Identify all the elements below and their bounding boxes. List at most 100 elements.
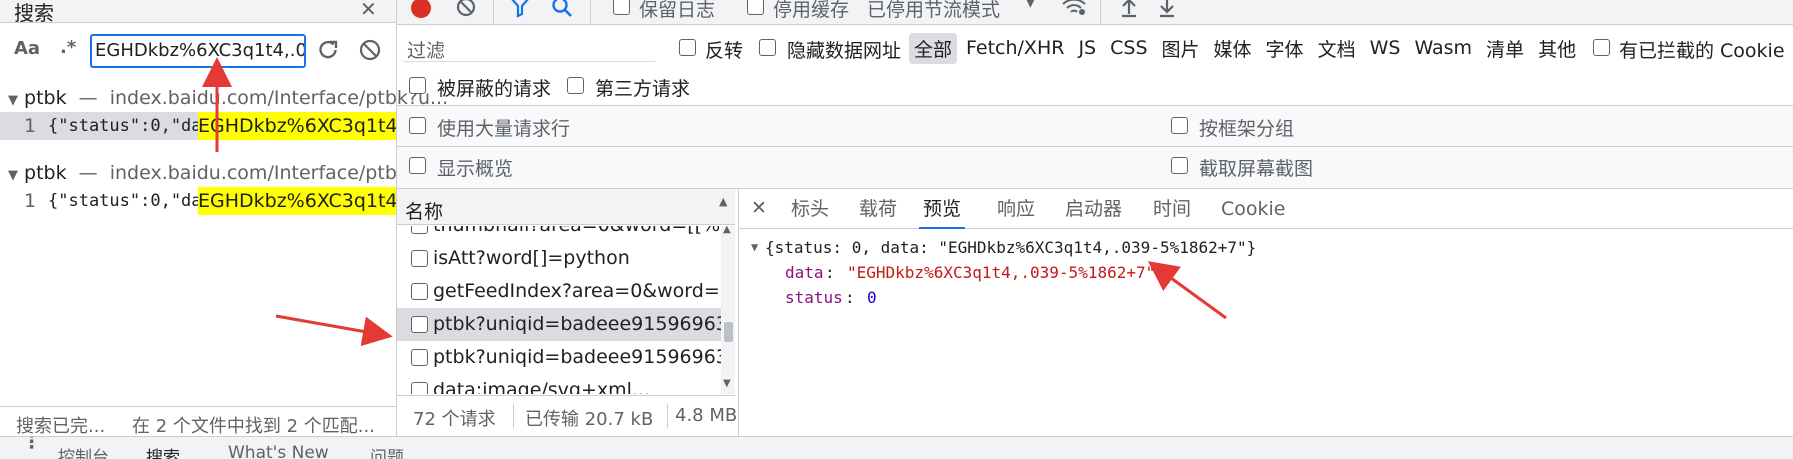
json-summary[interactable]: {status: 0, data: "EGHDkbz%6XC3q1t4,.039… — [765, 238, 1256, 257]
blocked-requests-checkbox[interactable] — [409, 77, 426, 94]
tab-preview[interactable]: 预览 — [919, 189, 966, 229]
search-result-file[interactable]: ▼ ptbk — index.baidu.com/Interface/ptbk?… — [8, 86, 448, 110]
request-name: thumbnail?area=0&word=[[%7B... — [433, 226, 721, 242]
type-filter-media[interactable]: 媒体 — [1209, 33, 1257, 64]
type-filter-font[interactable]: 字体 — [1261, 33, 1309, 64]
resource-type-filters: 全部 Fetch/XHR JS CSS 图片 媒体 字体 文档 WS Wasm … — [909, 32, 1581, 64]
scrollbar-thumb[interactable] — [724, 322, 733, 342]
sort-up-icon[interactable]: ▲ — [719, 195, 727, 208]
show-overview-checkbox[interactable] — [409, 157, 426, 174]
type-filter-all[interactable]: 全部 — [909, 32, 958, 64]
search-result-file[interactable]: ▼ ptbk — index.baidu.com/Interface/ptbk?… — [8, 161, 448, 185]
drawer-tab-console[interactable]: 控制台 — [58, 443, 109, 459]
disable-cache-label: 停用缓存 — [773, 0, 850, 21]
close-icon[interactable]: ✕ — [360, 0, 377, 21]
json-preview: ▼ {status: 0, data: "EGHDkbz%6XC3q1t4,.0… — [739, 230, 1793, 436]
tab-payload[interactable]: 载荷 — [859, 189, 897, 229]
type-filter-manifest[interactable]: 清单 — [1481, 33, 1529, 64]
type-filter-ws[interactable]: WS — [1365, 35, 1406, 61]
drawer-tab-issues[interactable]: 问题 — [370, 443, 404, 459]
filter-icon[interactable] — [509, 0, 531, 23]
search-result-match[interactable]: 1 {"status":0,"data":" EGHDkbz%6XC3q1t4,… — [0, 112, 396, 140]
tab-initiator[interactable]: 启动器 — [1065, 189, 1122, 229]
match-case-toggle[interactable]: Aa — [14, 38, 40, 59]
tab-response[interactable]: 响应 — [997, 189, 1035, 229]
drawer-tab-search[interactable]: 搜索 — [146, 443, 180, 459]
tab-cookies[interactable]: Cookie — [1221, 189, 1286, 229]
network-toolbar: 保留日志 停用缓存 已停用节流模式 ▼ — [397, 0, 1793, 24]
result-file-name: ptbk — [24, 87, 67, 109]
search-icon[interactable] — [551, 0, 573, 23]
third-party-label: 第三方请求 — [595, 78, 691, 100]
chevron-down-icon[interactable]: ▼ — [1025, 0, 1036, 10]
refresh-icon[interactable] — [316, 38, 340, 67]
json-colon: : — [845, 288, 855, 307]
record-icon[interactable] — [411, 0, 431, 18]
detail-tabs: ✕ 标头 载荷 预览 响应 启动器 时间 Cookie — [739, 189, 1793, 229]
search-input[interactable]: EGHDkbz%6XC3q1t4,.039-5%1862+7 — [90, 34, 306, 68]
tab-timing[interactable]: 时间 — [1153, 189, 1191, 229]
invert-checkbox[interactable] — [679, 39, 696, 56]
scroll-up-icon[interactable]: ▲ — [723, 224, 731, 235]
blocked-cookies-checkbox[interactable] — [1593, 39, 1610, 56]
wifi-settings-icon[interactable] — [1061, 0, 1087, 23]
json-key-data: data — [785, 263, 824, 282]
expand-triangle-icon[interactable]: ▼ — [751, 240, 758, 254]
type-filter-other[interactable]: 其他 — [1533, 33, 1581, 64]
file-icon — [411, 349, 428, 366]
filter-input[interactable]: 过滤 — [403, 34, 655, 62]
export-icon[interactable] — [1157, 0, 1177, 23]
hide-data-urls-checkbox[interactable] — [759, 39, 776, 56]
expand-triangle-icon: ▼ — [8, 93, 18, 108]
import-icon[interactable] — [1119, 0, 1139, 23]
hide-data-urls-label: 隐藏数据网址 — [787, 40, 902, 62]
request-row[interactable]: getFeedIndex?area=0&word=[[%... — [397, 275, 721, 308]
resources-size: 4.8 MB — [675, 405, 738, 426]
json-colon: : — [825, 263, 835, 282]
type-filter-css[interactable]: CSS — [1105, 35, 1152, 61]
third-party-checkbox[interactable] — [567, 77, 584, 94]
screenshots-checkbox[interactable] — [1171, 157, 1188, 174]
type-filter-img[interactable]: 图片 — [1157, 33, 1205, 64]
tab-headers[interactable]: 标头 — [791, 189, 829, 229]
drawer-tab-whats-new[interactable]: What's New — [228, 443, 329, 459]
request-list-scrollbar[interactable]: ▲ ▼ — [721, 224, 735, 394]
type-filter-js[interactable]: JS — [1073, 35, 1101, 61]
request-row[interactable]: isAtt?word[]=python — [397, 242, 721, 275]
request-row-selected[interactable]: ptbk?uniqid=badeee91596963a2... — [397, 308, 721, 341]
request-row[interactable]: data:image/svg+xml... — [397, 374, 721, 394]
clear-icon[interactable] — [358, 38, 382, 67]
result-line-number: 1 — [24, 190, 37, 212]
type-filter-doc[interactable]: 文档 — [1313, 33, 1361, 64]
search-result-match[interactable]: 1 {"status":0,"data":" EGHDkbz%6XC3q1t4,… — [0, 187, 396, 215]
scroll-down-icon[interactable]: ▼ — [723, 378, 731, 389]
file-icon — [411, 283, 428, 300]
expand-triangle-icon: ▼ — [8, 168, 18, 183]
request-name: isAtt?word[]=python — [433, 247, 630, 269]
request-list-header[interactable]: 名称 ▲ — [397, 189, 735, 225]
blocked-requests-label: 被屏蔽的请求 — [437, 78, 552, 100]
result-line-number: 1 — [24, 115, 37, 137]
file-icon — [411, 226, 428, 234]
regex-toggle[interactable]: .* — [60, 37, 76, 58]
clear-log-icon[interactable] — [455, 0, 477, 23]
detail-panel: ✕ 标头 载荷 预览 响应 启动器 时间 Cookie ▼ {status: 0… — [739, 189, 1793, 436]
big-rows-checkbox[interactable] — [409, 117, 426, 134]
close-detail-icon[interactable]: ✕ — [751, 197, 767, 219]
more-menu-icon[interactable]: ⋮ — [22, 437, 41, 453]
screenshots-label: 截取屏幕截图 — [1199, 158, 1314, 180]
file-icon — [411, 382, 428, 394]
name-column-header: 名称 — [405, 201, 444, 223]
json-key-status: status — [785, 288, 843, 307]
request-row[interactable]: thumbnail?area=0&word=[[%7B... — [397, 226, 721, 242]
type-filter-wasm[interactable]: Wasm — [1409, 35, 1477, 61]
request-row[interactable]: ptbk?uniqid=badeee91596963a2... — [397, 341, 721, 374]
group-by-frame-checkbox[interactable] — [1171, 117, 1188, 134]
file-icon — [411, 250, 428, 267]
json-value-status: 0 — [867, 288, 877, 307]
disable-cache-checkbox[interactable] — [747, 0, 764, 15]
search-status-done: 搜索已完... — [16, 416, 106, 437]
preserve-log-checkbox[interactable] — [613, 0, 630, 15]
type-filter-fetch-xhr[interactable]: Fetch/XHR — [961, 35, 1069, 61]
throttling-select[interactable]: 已停用节流模式 — [867, 0, 1000, 22]
